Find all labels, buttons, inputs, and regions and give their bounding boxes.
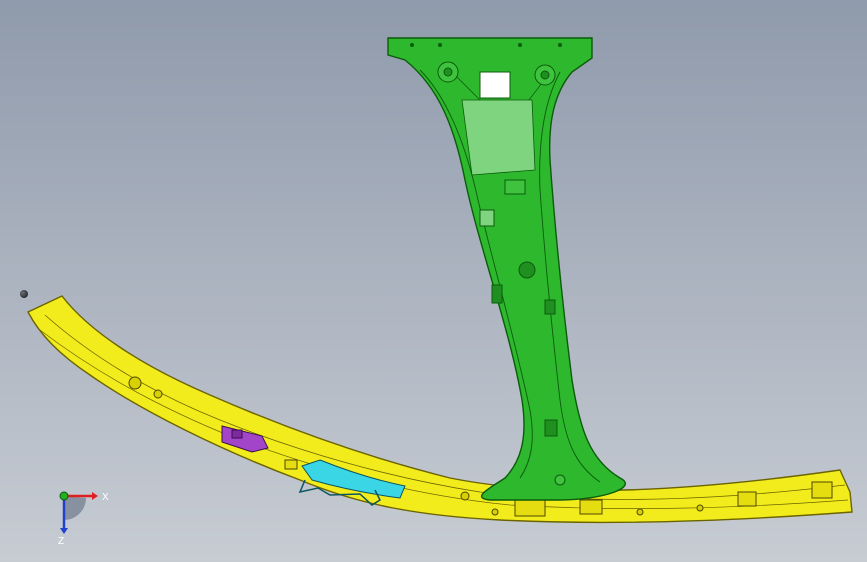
model-scene[interactable]	[0, 0, 867, 562]
y-axis-icon	[59, 491, 69, 501]
x-axis-arrow-icon	[92, 492, 98, 500]
b-pillar-part[interactable]	[387, 37, 627, 501]
roof-rail-part[interactable]	[27, 295, 853, 524]
triad-plane-icon	[64, 496, 86, 520]
z-axis-label: Z	[58, 536, 64, 547]
axis-triad: X Z	[58, 491, 109, 547]
x-axis-label: X	[102, 492, 109, 503]
cad-3d-viewport[interactable]: X Z	[0, 0, 867, 562]
z-axis-arrow-icon	[60, 528, 68, 534]
